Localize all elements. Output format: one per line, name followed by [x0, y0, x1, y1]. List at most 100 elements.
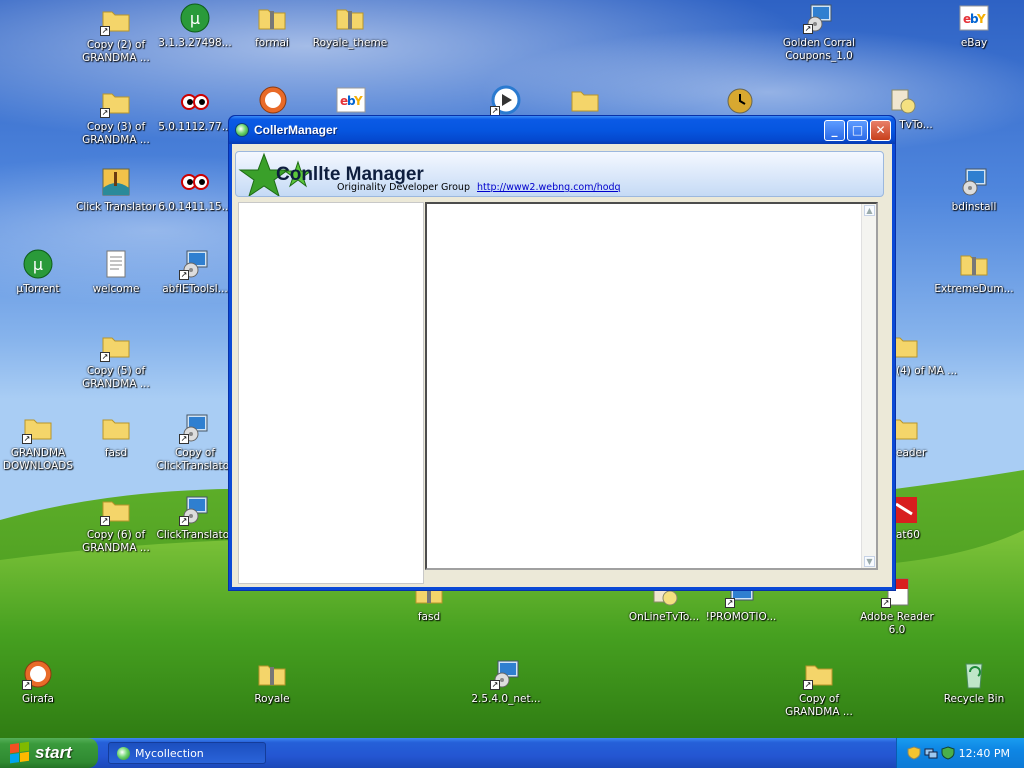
translator-icon [100, 166, 132, 198]
maximize-button[interactable]: □ [847, 120, 868, 141]
desktop-icon-net254[interactable]: ↗ 2.5.4.0_net... [466, 658, 546, 706]
maximize-icon: □ [851, 123, 864, 137]
utorrent-icon: µ [22, 248, 54, 280]
zip-folder-icon [256, 2, 288, 34]
desktop-icon-golden-corral[interactable]: ↗ Golden Corral Coupons_1.0 [779, 2, 859, 63]
minimize-icon: _ [831, 123, 838, 137]
folder-icon: ↗ [22, 412, 54, 444]
recycle-bin-icon [958, 658, 990, 690]
girafa-icon [257, 84, 289, 116]
folder-icon [100, 412, 132, 444]
security-shield-icon[interactable] [907, 746, 921, 760]
desktop-icon-girafa-top[interactable] [233, 84, 313, 119]
minimize-button[interactable]: _ [824, 120, 845, 141]
svg-text:Y: Y [976, 12, 986, 26]
folder-icon: ↗ [100, 4, 132, 36]
svg-text:µ: µ [190, 9, 200, 28]
start-label: start [35, 743, 72, 762]
vertical-scrollbar[interactable]: ▲ ▼ [861, 204, 876, 568]
svg-text:µ: µ [33, 255, 43, 274]
desktop-icon-copy-grandma[interactable]: ↗ Copy of GRANDMA ... [779, 658, 859, 719]
app-icon [117, 746, 130, 760]
app-window: CollerManager _ □ ✕ Conllte Manager Orig… [228, 115, 896, 591]
zip-folder-icon [256, 658, 288, 690]
installer-icon: ↗ [179, 412, 211, 444]
start-button[interactable]: start [0, 738, 98, 768]
desktop-icon-media[interactable]: ↗ [466, 84, 546, 119]
desktop-icon-extremedum[interactable]: ExtremeDum... [934, 248, 1014, 296]
eyes-icon [179, 166, 211, 198]
desktop-icon-v50[interactable]: 5.0.1112.77... [155, 86, 235, 134]
desktop-icon-copy5-grandma[interactable]: ↗ Copy (5) of GRANDMA ... [76, 330, 156, 391]
desktop-icon-royale-theme[interactable]: Royale_theme [310, 2, 390, 50]
media-player-icon: ↗ [490, 84, 522, 116]
utorrent-icon: µ [179, 2, 211, 34]
installer-icon: ↗ [803, 2, 835, 34]
desktop-icon-recycle-bin[interactable]: Recycle Bin [934, 658, 1014, 706]
zip-folder-icon [334, 2, 366, 34]
antivirus-icon[interactable] [941, 746, 955, 760]
website-link[interactable]: http://www2.webng.com/hodq [477, 182, 621, 193]
ebay-icon: ebY [958, 2, 990, 34]
content-panel[interactable]: ▲ ▼ [425, 202, 878, 570]
svg-text:Y: Y [353, 94, 363, 108]
header-banner: Conllte Manager Originality Developer Gr… [235, 151, 884, 197]
installer-icon: ↗ [179, 494, 211, 526]
title-bar[interactable]: CollerManager _ □ ✕ [229, 116, 895, 144]
zip-folder-icon [958, 248, 990, 280]
desktop-icon-v60[interactable]: 6.0.1411.15... [155, 166, 235, 214]
desktop-icon-click-translator[interactable]: Click Translator [76, 166, 156, 214]
desktop-icon-copy2-grandma[interactable]: ↗ Copy (2) of GRANDMA ... [76, 4, 156, 65]
collection-tree-panel[interactable] [238, 202, 424, 584]
installer-icon: ↗ [179, 248, 211, 280]
desktop-icon-copy6-grandma[interactable]: ↗ Copy (6) of GRANDMA ... [76, 494, 156, 555]
folder-icon: ↗ [100, 330, 132, 362]
folder-icon: ↗ [803, 658, 835, 690]
window-title: CollerManager [254, 123, 338, 137]
scroll-up-button[interactable]: ▲ [864, 205, 875, 216]
developer-group-label: Originality Developer Group [337, 182, 470, 193]
desktop-icon-copy3-grandma[interactable]: ↗ Copy (3) of GRANDMA ... [76, 86, 156, 147]
desktop-icon-ebay[interactable]: ebY eBay [934, 2, 1014, 50]
app-icon [235, 123, 249, 137]
close-button[interactable]: ✕ [870, 120, 891, 141]
banner-subtitle: Originality Developer Group http://www2.… [337, 182, 621, 193]
desktop-icon-bdinstall[interactable]: bdinstall [934, 166, 1014, 214]
desktop-icon-royale[interactable]: Royale [232, 658, 312, 706]
scroll-down-button[interactable]: ▼ [864, 556, 875, 567]
desktop-icon-folder-top[interactable] [545, 84, 625, 119]
desktop-icon-messenger[interactable] [700, 84, 780, 119]
document-icon [100, 248, 132, 280]
desktop-icon-fasd[interactable]: fasd [76, 412, 156, 460]
installer-icon: ↗ [490, 658, 522, 690]
desktop-icon-ebay-2[interactable]: ebY [311, 84, 391, 119]
desktop-icon-abfie[interactable]: ↗ abfIEToolsI... [155, 248, 235, 296]
taskbar-item-mycollection[interactable]: Mycollection [108, 742, 266, 764]
installer-icon [958, 166, 990, 198]
eyes-icon [179, 86, 211, 118]
ebay-icon: ebY [335, 84, 367, 116]
installer-box-icon [886, 84, 918, 116]
taskbar: start Mycollection 12:40 PM [0, 738, 1024, 768]
chevron-down-icon: ▼ [866, 557, 873, 566]
desktop-icon-utorrent[interactable]: µ µTorrent [0, 248, 78, 296]
network-icon[interactable] [924, 746, 938, 760]
window-client-area: Conllte Manager Originality Developer Gr… [232, 144, 892, 587]
desktop-icon-formai[interactable]: formai [232, 2, 312, 50]
close-icon: ✕ [875, 123, 886, 137]
windows-logo-icon [10, 741, 30, 765]
system-tray: 12:40 PM [896, 738, 1024, 768]
taskbar-item-label: Mycollection [135, 746, 204, 760]
desktop-icon-grandma-downloads[interactable]: ↗ GRANDMA DOWNLOADS [0, 412, 78, 473]
girafa-icon: ↗ [22, 658, 54, 690]
desktop-icon-girafa[interactable]: ↗ Girafa [0, 658, 78, 706]
clock[interactable]: 12:40 PM [959, 747, 1010, 760]
folder-icon [569, 84, 601, 116]
chevron-up-icon: ▲ [866, 206, 873, 215]
folder-icon: ↗ [100, 86, 132, 118]
desktop-icon-welcome[interactable]: welcome [76, 248, 156, 296]
desktop-icon-copy-clicktranslator[interactable]: ↗ Copy of ClickTranslator [155, 412, 235, 473]
folder-icon: ↗ [100, 494, 132, 526]
desktop-icon-utorrent-313[interactable]: µ 3.1.3.27498... [155, 2, 235, 50]
desktop-icon-clicktranslator[interactable]: ↗ ClickTranslator [155, 494, 235, 542]
